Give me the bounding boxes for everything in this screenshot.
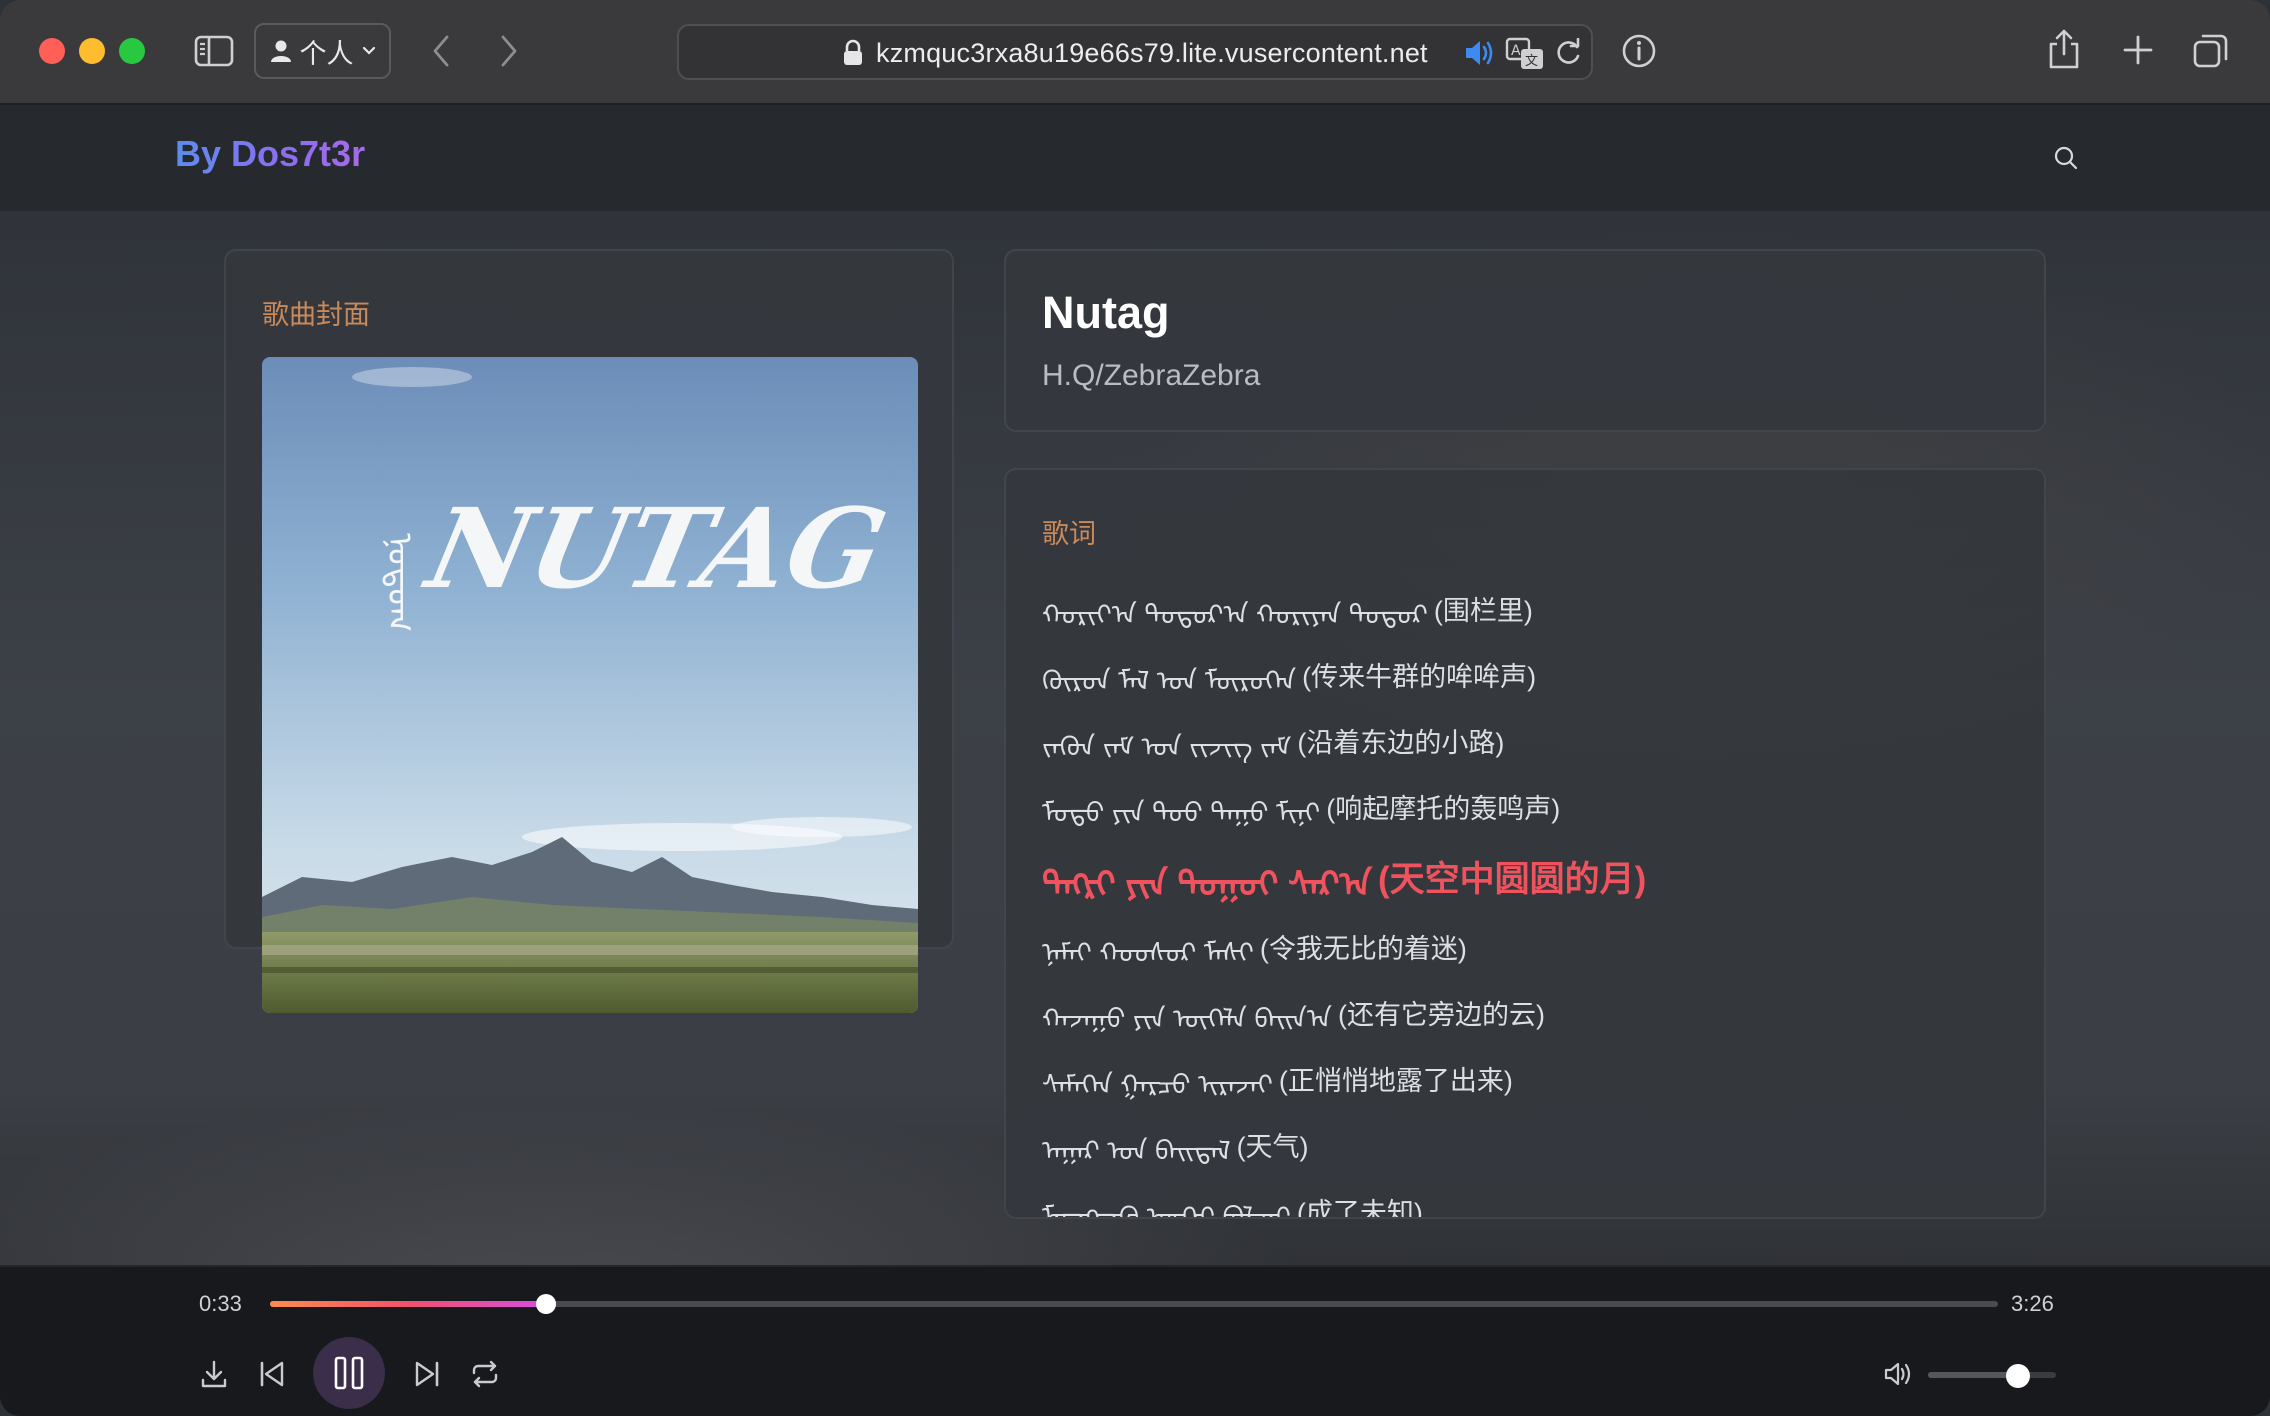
progress-slider[interactable] <box>270 1294 1998 1314</box>
site-header: By Dos7t3r <box>0 105 2270 212</box>
reload-icon[interactable] <box>1553 38 1583 68</box>
share-icon[interactable] <box>2044 26 2084 72</box>
lyrics-card[interactable]: 歌词 ᠬᠣᠷᠢᠶ᠎ᠠ ᠳᠣᠲᠣᠷ᠎ᠠ ᠬᠣᠷᠢᠶᠠᠨ ᠳᠣᠲᠣᠷ (围栏里) ᠬᠦ… <box>1004 468 2046 1219</box>
speaker-icon[interactable] <box>1463 38 1495 68</box>
chevron-down-icon <box>362 46 375 55</box>
cover-card: 歌曲封面 ᠨᠤᠲᠤᠭ NUTAG <box>224 249 954 1013</box>
progress-thumb[interactable] <box>536 1294 557 1314</box>
translate-icon[interactable]: A文 <box>1505 37 1545 71</box>
current-time: 0:33 <box>199 1291 242 1316</box>
zoom-window-button[interactable] <box>119 38 145 64</box>
cover-art-title: NUTAG <box>414 485 896 614</box>
svg-text:A: A <box>1511 43 1521 59</box>
volume-fill <box>1928 1372 2018 1378</box>
lyric-line[interactable]: ᠮᠣᠲᠣ ᠶᠢᠨ ᠳᠤᠤ ᠳᠠᠭᠤ ᠮᠢᠨᠢ (响起摩托的轰鸣声) <box>1042 773 2022 839</box>
lyrics-list[interactable]: ᠬᠣᠷᠢᠶ᠎ᠠ ᠳᠣᠲᠣᠷ᠎ᠠ ᠬᠣᠷᠢᠶᠠᠨ ᠳᠣᠲᠣᠷ (围栏里) ᠬᠦᠷᠦᠨ… <box>1042 575 2022 1218</box>
person-icon <box>270 40 291 62</box>
tabs-overview-icon[interactable] <box>2190 30 2232 72</box>
progress-fill <box>270 1301 547 1307</box>
lyric-line-active[interactable]: ᠲᠩᠷᠢ ᠶᠢᠨ ᠳᠤᠭᠤᠢ ᠰᠠᠷ᠎ᠠ (天空中圆圆的月) <box>1042 839 2022 913</box>
volume-slider[interactable] <box>1928 1364 2056 1388</box>
skip-forward-icon[interactable] <box>412 1357 442 1391</box>
cover-label: 歌曲封面 <box>262 300 370 330</box>
lyric-line[interactable]: ᠬᠣᠷᠢᠶ᠎ᠠ ᠳᠣᠲᠣᠷ᠎ᠠ ᠬᠣᠷᠢᠶᠠᠨ ᠳᠣᠲᠣᠷ (围栏里) <box>1042 575 2022 641</box>
lyric-line[interactable]: ᠨᠠᠮᠠᠢ ᠬᠣᠣᠰᠣᠷ ᠮᠠᠰᠢ (令我无比的着迷) <box>1042 913 2022 979</box>
browser-window: 个人 kzmquc3rxa8u19e66s79.lite.vuserconten… <box>0 0 2270 1416</box>
address-bar[interactable]: kzmquc3rxa8u19e66s79.lite.vusercontent.n… <box>677 24 1593 80</box>
plus-icon[interactable] <box>2118 30 2158 70</box>
chevron-right-icon[interactable] <box>492 30 526 72</box>
lyric-line[interactable]: ᠰᠡᠮᠡᠭᠡᠨ ᠭᠠᠷᠴᠤ ᠢᠷᠡᠵᠡᠢ (正悄悄地露了出来) <box>1042 1045 2022 1111</box>
lock-icon <box>844 39 862 65</box>
lyric-line[interactable]: ᠬᠠᠵᠠᠭᠤ ᠶᠢᠨ ᠦᠭᠡᠯᠡ ᠪᠠᠢᠨ᠎ᠠ (还有它旁边的云) <box>1042 979 2022 1045</box>
url-text: kzmquc3rxa8u19e66s79.lite.vusercontent.n… <box>876 38 1428 68</box>
lyric-line[interactable]: ᠬᠦᠷᠦᠨ ᠮᠠᠯ ᠤᠨ ᠮᠥᠷᠥᠭᠡᠨ (传来牛群的哞哞声) <box>1042 641 2022 707</box>
song-artist: H.Q/ZebraZebra <box>1042 359 1261 392</box>
info-icon[interactable] <box>1618 30 1660 72</box>
song-title: Nutag <box>1042 287 1170 338</box>
volume-thumb[interactable] <box>2005 1364 2030 1388</box>
album-cover-image: ᠨᠤᠲᠤᠭ NUTAG <box>262 357 918 1013</box>
lyrics-label: 歌词 <box>1042 519 1096 549</box>
chevron-left-icon[interactable] <box>424 30 458 72</box>
browser-toolbar: 个人 kzmquc3rxa8u19e66s79.lite.vuserconten… <box>0 0 2270 105</box>
song-info-card: Nutag H.Q/ZebraZebra <box>1004 249 2046 432</box>
site-brand[interactable]: By Dos7t3r <box>175 133 365 175</box>
skip-back-icon[interactable] <box>257 1357 287 1391</box>
close-window-button[interactable] <box>39 38 65 64</box>
lyric-line[interactable]: ᠵᠡᠭᠦᠨ ᠵᠠᠮ ᠤᠨ ᠵᠢᠵᠢᠭ ᠵᠠᠮ (沿着东边的小路) <box>1042 707 2022 773</box>
search-icon[interactable] <box>2053 145 2079 171</box>
player-bar: 0:33 3:26 <box>0 1265 2270 1416</box>
minimize-window-button[interactable] <box>79 38 105 64</box>
svg-text:ᠨᠤᠲᠤᠭ: ᠨᠤᠲᠤᠭ <box>379 533 419 632</box>
pause-icon[interactable] <box>313 1337 385 1409</box>
profile-label: 个人 <box>299 38 354 69</box>
web-page: By Dos7t3r 歌曲封面 ᠨᠤᠲᠤᠭ NUTAG Nutag H.Q/Ze… <box>0 105 2270 1416</box>
repeat-icon[interactable] <box>469 1357 501 1391</box>
download-icon[interactable] <box>199 1357 229 1391</box>
profile-switcher-button[interactable]: 个人 <box>254 23 391 79</box>
total-time: 3:26 <box>2011 1291 2054 1316</box>
lyric-line[interactable]: ᠠᠭᠠᠷ ᠤᠨ ᠪᠠᠢᠳᠠᠯ (天气) <box>1042 1111 2022 1177</box>
sidebar-icon[interactable] <box>192 32 236 70</box>
lyric-line[interactable]: ᠮᠡᠳᠡᠭᠳᠡᠬᠦ ᠦᠭᠡᠢ ᠪᠣᠯᠵᠠᠢ (成了未知) <box>1042 1177 2022 1218</box>
svg-text:文: 文 <box>1525 54 1538 69</box>
volume-icon[interactable] <box>1883 1359 1915 1389</box>
